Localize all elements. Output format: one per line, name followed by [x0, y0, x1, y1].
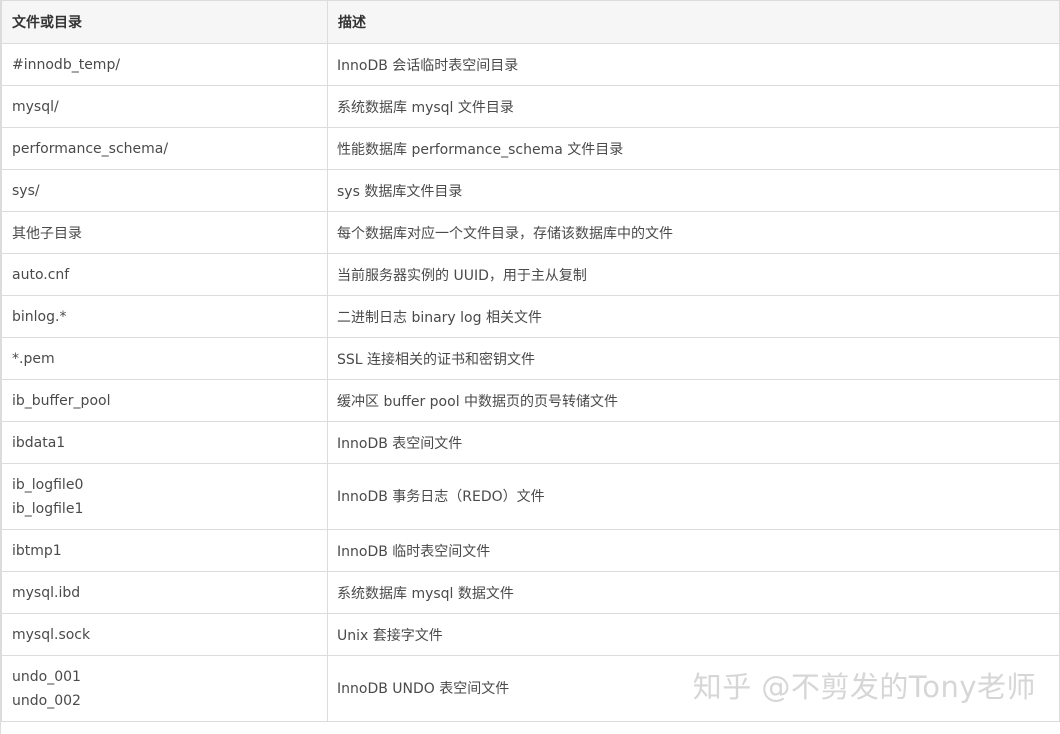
table-row: performance_schema/ 性能数据库 performance_sc…: [1, 127, 1060, 170]
file-name: #innodb_temp/: [12, 56, 121, 73]
description-cell: 系统数据库 mysql 文件目录: [327, 85, 1060, 128]
file-name: ib_logfile0: [12, 476, 84, 493]
table-row: mysql/ 系统数据库 mysql 文件目录: [1, 85, 1060, 128]
header-file-or-directory: 文件或目录: [1, 0, 328, 44]
file-name-cell: *.pem: [1, 337, 328, 380]
file-name-cell: mysql.ibd: [1, 571, 328, 614]
table-row: ibdata1 InnoDB 表空间文件: [1, 421, 1060, 464]
file-name: ibdata1: [12, 434, 66, 451]
file-name: ibtmp1: [12, 542, 62, 559]
table-row: mysql.ibd 系统数据库 mysql 数据文件: [1, 571, 1060, 614]
table-row: #innodb_temp/ InnoDB 会话临时表空间目录: [1, 43, 1060, 86]
description-cell: InnoDB 事务日志（REDO）文件: [327, 463, 1060, 530]
description-cell: InnoDB 临时表空间文件: [327, 529, 1060, 572]
file-table-container: 文件或目录 描述 #innodb_temp/ InnoDB 会话临时表空间目录 …: [0, 0, 1060, 734]
file-name-cell: performance_schema/: [1, 127, 328, 170]
file-name-cell: mysql.sock: [1, 613, 328, 656]
file-name-cell: #innodb_temp/: [1, 43, 328, 86]
description-cell: 二进制日志 binary log 相关文件: [327, 295, 1060, 338]
file-name: ib_logfile1: [12, 500, 84, 517]
description-cell: 系统数据库 mysql 数据文件: [327, 571, 1060, 614]
file-name: *.pem: [12, 350, 55, 367]
description-cell: 性能数据库 performance_schema 文件目录: [327, 127, 1060, 170]
table-row: ib_buffer_pool 缓冲区 buffer pool 中数据页的页号转储…: [1, 379, 1060, 422]
file-name-cell: sys/: [1, 169, 328, 212]
description-cell: 当前服务器实例的 UUID，用于主从复制: [327, 253, 1060, 296]
file-name: performance_schema/: [12, 140, 169, 157]
file-name: mysql.sock: [12, 626, 91, 643]
file-name: 其他子目录: [12, 225, 82, 242]
file-name-cell: ib_logfile0 ib_logfile1: [1, 463, 328, 530]
table-row: *.pem SSL 连接相关的证书和密钥文件: [1, 337, 1060, 380]
header-row: 文件或目录 描述: [1, 0, 1060, 44]
file-name: mysql.ibd: [12, 584, 81, 601]
file-name: binlog.*: [12, 308, 67, 325]
file-name: ib_buffer_pool: [12, 392, 111, 409]
table-row: ibtmp1 InnoDB 临时表空间文件: [1, 529, 1060, 572]
description-cell: Unix 套接字文件: [327, 613, 1060, 656]
file-name-cell: mysql/: [1, 85, 328, 128]
description-cell: SSL 连接相关的证书和密钥文件: [327, 337, 1060, 380]
table-row: auto.cnf 当前服务器实例的 UUID，用于主从复制: [1, 253, 1060, 296]
file-name: undo_002: [12, 692, 81, 709]
file-name-cell: undo_001 undo_002: [1, 655, 328, 722]
file-name-cell: ibtmp1: [1, 529, 328, 572]
table-row: 其他子目录 每个数据库对应一个文件目录，存储该数据库中的文件: [1, 211, 1060, 254]
table-row: ib_logfile0 ib_logfile1 InnoDB 事务日志（REDO…: [1, 463, 1060, 530]
description-cell: 缓冲区 buffer pool 中数据页的页号转储文件: [327, 379, 1060, 422]
table-row: sys/ sys 数据库文件目录: [1, 169, 1060, 212]
description-cell: sys 数据库文件目录: [327, 169, 1060, 212]
watermark: 知乎 @不剪发的Tony老师: [692, 670, 1036, 704]
file-name: mysql/: [12, 98, 59, 115]
file-name: sys/: [12, 182, 40, 199]
file-name-cell: auto.cnf: [1, 253, 328, 296]
file-directory-table: 文件或目录 描述 #innodb_temp/ InnoDB 会话临时表空间目录 …: [1, 0, 1060, 722]
table-row: mysql.sock Unix 套接字文件: [1, 613, 1060, 656]
file-name-cell: ibdata1: [1, 421, 328, 464]
file-name-cell: ib_buffer_pool: [1, 379, 328, 422]
header-description: 描述: [327, 0, 1060, 44]
description-cell: 每个数据库对应一个文件目录，存储该数据库中的文件: [327, 211, 1060, 254]
table-row: binlog.* 二进制日志 binary log 相关文件: [1, 295, 1060, 338]
file-name: undo_001: [12, 668, 81, 685]
description-cell: InnoDB 表空间文件: [327, 421, 1060, 464]
file-name-cell: 其他子目录: [1, 211, 328, 254]
file-name: auto.cnf: [12, 266, 70, 283]
file-name-cell: binlog.*: [1, 295, 328, 338]
description-cell: InnoDB 会话临时表空间目录: [327, 43, 1060, 86]
